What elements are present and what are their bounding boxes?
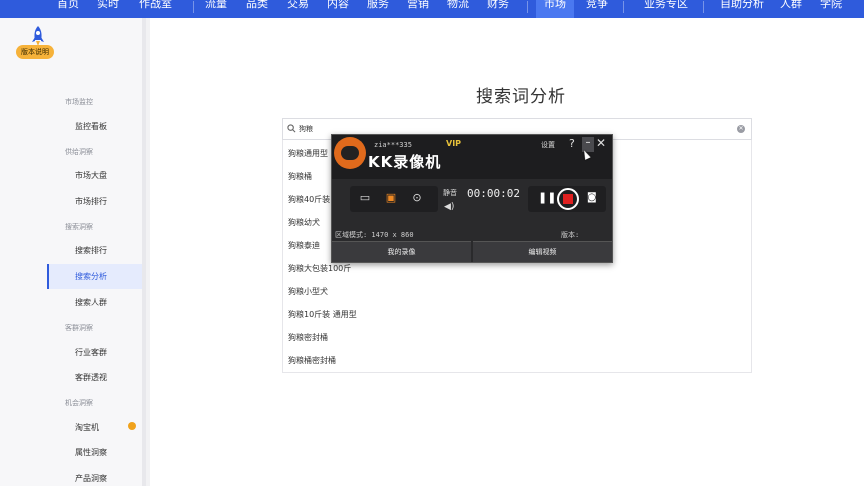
suggestion-item[interactable]: 狗粮密封桶 bbox=[288, 332, 328, 343]
nav-content[interactable]: 内容 bbox=[327, 0, 349, 11]
sidebar-item-search-crowd[interactable]: 搜索人群 bbox=[75, 297, 107, 308]
camera-icon[interactable]: ◙ bbox=[587, 192, 597, 203]
mute-label: 静音 bbox=[443, 189, 457, 197]
sidebar-group-label: 机会洞察 bbox=[65, 399, 93, 407]
suggestion-item[interactable]: 狗粮桶密封桶 bbox=[288, 355, 336, 366]
recording-timer: 00:00:02 bbox=[467, 187, 520, 200]
stop-icon bbox=[563, 194, 573, 204]
nav-self-analysis[interactable]: 自助分析 bbox=[720, 0, 764, 11]
sidebar-item-attribute-insight[interactable]: 属性洞察 bbox=[75, 447, 107, 458]
sidebar-item-industry-crowd[interactable]: 行业客群 bbox=[75, 347, 107, 358]
recorder-user[interactable]: zia***335 bbox=[374, 141, 412, 149]
gamepad-icon[interactable]: ⊙ bbox=[408, 190, 426, 206]
version-badge[interactable]: 版本说明 bbox=[16, 45, 54, 59]
nav-realtime[interactable]: 实时 bbox=[97, 0, 119, 11]
notification-dot bbox=[128, 422, 136, 430]
raccoon-logo-icon bbox=[334, 137, 366, 169]
sidebar-item-search-ranking[interactable]: 搜索排行 bbox=[75, 245, 107, 256]
settings-button[interactable]: 设置 bbox=[541, 140, 555, 150]
page-title: 搜索词分析 bbox=[476, 87, 566, 107]
suggestion-item[interactable]: 狗粮幼犬 bbox=[288, 217, 320, 228]
sidebar-item-search-analysis[interactable]: 搜索分析 bbox=[75, 271, 107, 282]
suggestion-item[interactable]: 狗粮10斤装 通用型 bbox=[288, 309, 357, 320]
nav-home[interactable]: 首页 bbox=[57, 0, 79, 11]
nav-traffic[interactable]: 流量 bbox=[205, 0, 227, 11]
top-nav: 首页 实时 作战室 流量 品类 交易 内容 服务 营销 物流 财务 市场 竞争 … bbox=[0, 0, 864, 18]
nav-business-zone[interactable]: 业务专区 bbox=[644, 0, 688, 11]
my-recordings-button[interactable]: 我的录像 bbox=[332, 241, 471, 262]
raccoon-face-icon bbox=[341, 146, 359, 160]
recorder-window[interactable]: zia***335 VIP KK录像机 设置 ? – ✕ ▭ ▣ ⊙ 静音 ◀)… bbox=[331, 134, 613, 263]
region-icon[interactable]: ▣ bbox=[382, 190, 400, 206]
nav-logistics[interactable]: 物流 bbox=[447, 0, 469, 11]
sidebar-item-crowd-insight[interactable]: 客群透视 bbox=[75, 372, 107, 383]
search-value[interactable]: 狗粮 bbox=[299, 124, 313, 134]
sidebar-item-market-ranking[interactable]: 市场排行 bbox=[75, 196, 107, 207]
record-button[interactable] bbox=[557, 188, 579, 210]
nav-finance[interactable]: 财务 bbox=[487, 0, 509, 11]
sidebar-group-label: 客群洞察 bbox=[65, 324, 93, 332]
nav-divider bbox=[703, 1, 704, 13]
sidebar-item-taobao-opportunity[interactable]: 淘宝机 bbox=[75, 422, 99, 433]
sidebar-item-market-overview[interactable]: 市场大盘 bbox=[75, 170, 107, 181]
clear-icon[interactable]: ✕ bbox=[737, 125, 745, 133]
suggestion-item[interactable]: 狗粮大包装100斤 bbox=[288, 263, 351, 274]
nav-divider bbox=[623, 1, 624, 13]
vip-badge[interactable]: VIP bbox=[446, 139, 461, 148]
sidebar-item-product-insight[interactable]: 产品洞察 bbox=[75, 473, 107, 484]
pause-button[interactable]: ❚❚ bbox=[538, 191, 556, 204]
region-mode-text: 区域模式: 1470 x 860 bbox=[335, 231, 414, 239]
nav-market[interactable]: 市场 bbox=[536, 0, 574, 18]
suggestion-item[interactable]: 狗粮40斤装 bbox=[288, 194, 330, 205]
nav-competition[interactable]: 竞争 bbox=[586, 0, 608, 11]
nav-academy[interactable]: 学院 bbox=[820, 0, 842, 11]
nav-warroom[interactable]: 作战室 bbox=[139, 0, 172, 11]
rocket-icon bbox=[32, 26, 44, 46]
search-icon bbox=[287, 124, 296, 133]
sidebar-group-label: 搜索洞察 bbox=[65, 223, 93, 231]
help-button[interactable]: ? bbox=[569, 137, 575, 150]
nav-trade[interactable]: 交易 bbox=[287, 0, 309, 11]
sidebar-item-monitor-board[interactable]: 监控看板 bbox=[75, 121, 107, 132]
monitor-icon[interactable]: ▭ bbox=[356, 190, 374, 206]
sidebar-group-label: 供给洞察 bbox=[65, 148, 93, 156]
suggestion-item[interactable]: 狗粮泰迪 bbox=[288, 240, 320, 251]
sidebar-group-label: 市场监控 bbox=[65, 98, 93, 106]
nav-category[interactable]: 品类 bbox=[246, 0, 268, 11]
volume-icon[interactable]: ◀) bbox=[444, 202, 454, 212]
suggestion-item[interactable]: 狗粮通用型 bbox=[288, 148, 328, 159]
suggestion-item[interactable]: 狗粮小型犬 bbox=[288, 286, 328, 297]
recorder-header[interactable]: zia***335 VIP KK录像机 设置 ? – ✕ bbox=[332, 135, 612, 179]
recorder-app-name: KK录像机 bbox=[368, 153, 442, 171]
edit-video-button[interactable]: 编辑视频 bbox=[473, 241, 612, 262]
nav-marketing[interactable]: 营销 bbox=[407, 0, 429, 11]
nav-divider bbox=[527, 1, 528, 13]
close-button[interactable]: ✕ bbox=[596, 136, 606, 150]
nav-crowd[interactable]: 人群 bbox=[780, 0, 802, 11]
sidebar bbox=[0, 18, 146, 486]
suggestion-item[interactable]: 狗粮桶 bbox=[288, 171, 312, 182]
nav-divider bbox=[193, 1, 194, 13]
nav-service[interactable]: 服务 bbox=[367, 0, 389, 11]
